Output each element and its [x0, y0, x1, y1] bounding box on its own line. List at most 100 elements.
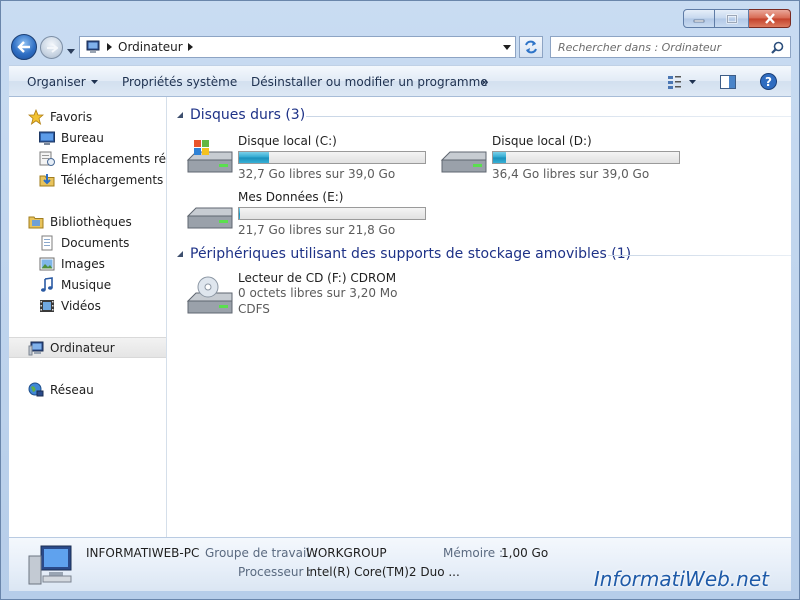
sidebar-item-videos[interactable]: Vidéos	[39, 295, 166, 316]
main-panes: Favoris Bureau Emplacements récents Télé…	[9, 97, 791, 537]
caption-buttons	[683, 9, 791, 28]
navigation-row: Ordinateur	[1, 33, 799, 61]
sidebar-label-computer: Ordinateur	[50, 340, 115, 355]
usage-bar	[492, 151, 680, 164]
computer-icon	[86, 40, 100, 53]
more-commands-label: »	[481, 75, 489, 89]
drive-name: Disque local (C:)	[238, 134, 337, 148]
star-icon	[28, 108, 44, 125]
maximize-button[interactable]	[715, 9, 749, 28]
sidebar-label-recent-places: Emplacements récents	[61, 151, 167, 166]
usage-bar	[238, 207, 426, 220]
explorer-window: Ordinateur Organiser Propr	[0, 0, 800, 600]
address-bar[interactable]: Ordinateur	[79, 36, 516, 58]
sidebar-item-pictures[interactable]: Images	[39, 253, 166, 274]
sidebar-label-music: Musique	[61, 277, 112, 292]
computer-large-icon	[28, 545, 72, 585]
minimize-icon	[693, 19, 705, 22]
drive-free-space: 21,7 Go libres sur 21,8 Go	[238, 223, 396, 237]
usage-bar-fill	[239, 208, 240, 219]
view-tiles-icon	[668, 75, 681, 89]
workgroup-label: Groupe de travail :	[205, 546, 318, 560]
preview-pane-icon[interactable]	[720, 74, 736, 89]
sidebar-label-documents: Documents	[61, 235, 130, 250]
search-input[interactable]	[558, 40, 763, 54]
search-icon[interactable]	[771, 41, 784, 54]
group-title-hard-drives: Disques durs (3)	[190, 107, 306, 123]
memory-value: 1,00 Go	[501, 546, 549, 560]
processor-label: Processeur :	[238, 565, 312, 579]
close-icon	[764, 13, 775, 24]
uninstall-program-button[interactable]: Désinstaller ou modifier un programme	[251, 75, 488, 89]
recent-pages-dropdown[interactable]	[67, 43, 75, 57]
navigation-pane: Favoris Bureau Emplacements récents Télé…	[9, 97, 167, 537]
processor-value: Intel(R) Core(TM)2 Duo ...	[306, 565, 460, 579]
maximize-icon	[726, 14, 737, 23]
group-divider	[306, 116, 791, 117]
watermark-logo: InformatiWeb.net	[593, 567, 769, 591]
refresh-button[interactable]	[519, 36, 543, 58]
minimize-button[interactable]	[683, 9, 715, 28]
downloads-icon	[39, 173, 55, 186]
group-title-removable: Périphériques utilisant des supports de …	[190, 246, 632, 262]
hard-drive-icon	[440, 151, 487, 173]
music-icon	[41, 276, 53, 292]
system-properties-button[interactable]: Propriétés système	[122, 75, 237, 89]
view-controls: ?	[667, 73, 777, 90]
search-box[interactable]	[550, 36, 791, 58]
sidebar-item-music[interactable]: Musique	[39, 274, 166, 295]
sidebar-item-favorites[interactable]: Favoris	[28, 106, 166, 127]
change-view-button[interactable]	[667, 75, 696, 89]
group-divider	[608, 255, 791, 256]
drive-item-d[interactable]: Disque local (D:) 36,4 Go libres sur 39,…	[440, 134, 680, 184]
documents-icon	[41, 235, 53, 250]
sidebar-item-recent-places[interactable]: Emplacements récents	[39, 148, 167, 169]
group-header-hard-drives[interactable]: Disques durs (3)	[176, 107, 305, 123]
workgroup-value: WORKGROUP	[306, 546, 387, 560]
system-properties-label: Propriétés système	[122, 75, 238, 89]
recent-places-icon	[39, 151, 55, 166]
sidebar-item-network[interactable]: Réseau	[28, 379, 166, 400]
drive-free-space: 32,7 Go libres sur 39,0 Go	[238, 167, 396, 181]
collapse-triangle-icon	[177, 112, 183, 118]
videos-icon	[40, 299, 54, 312]
sidebar-item-libraries[interactable]: Bibliothèques	[28, 211, 166, 232]
sidebar-item-documents[interactable]: Documents	[39, 232, 166, 253]
command-bar: Organiser Propriétés système Désinstalle…	[9, 65, 791, 97]
help-icon[interactable]: ?	[760, 73, 777, 90]
memory-label: Mémoire :	[443, 546, 504, 560]
forward-button[interactable]	[40, 36, 63, 59]
windows-drive-icon	[186, 140, 233, 173]
usage-bar-fill	[239, 152, 269, 163]
drive-free-space: 36,4 Go libres sur 39,0 Go	[492, 167, 650, 181]
sidebar-label-pictures: Images	[61, 256, 105, 271]
computer-icon	[28, 341, 44, 355]
drive-item-e[interactable]: Mes Données (E:) 21,7 Go libres sur 21,8…	[186, 190, 426, 240]
pictures-icon	[39, 257, 55, 270]
sidebar-item-computer[interactable]: Ordinateur	[9, 337, 166, 358]
close-button[interactable]	[749, 9, 791, 28]
sidebar-label-videos: Vidéos	[61, 298, 101, 313]
drive-name: Disque local (D:)	[492, 134, 592, 148]
drive-item-c[interactable]: Disque local (C:) 32,7 Go libres sur 39,…	[186, 134, 426, 184]
drive-item-cd[interactable]: Lecteur de CD (F:) CDROM 0 octets libres…	[186, 271, 426, 321]
uninstall-program-label: Désinstaller ou modifier un programme	[251, 75, 488, 89]
group-header-removable[interactable]: Périphériques utilisant des supports de …	[176, 246, 631, 262]
svg-text:?: ?	[765, 75, 772, 89]
drive-free-space: 0 octets libres sur 3,20 Mo	[238, 286, 398, 300]
organize-menu[interactable]: Organiser	[27, 75, 98, 89]
sidebar-item-downloads[interactable]: Téléchargements	[39, 169, 166, 190]
address-dropdown-icon[interactable]	[503, 45, 511, 50]
more-commands-button[interactable]: »	[481, 75, 489, 89]
organize-label: Organiser	[27, 75, 86, 89]
breadcrumb-arrow-icon[interactable]	[187, 43, 194, 51]
sidebar-item-desktop[interactable]: Bureau	[39, 127, 166, 148]
back-button[interactable]	[11, 34, 37, 60]
pc-name: INFORMATIWEB-PC	[86, 546, 200, 560]
breadcrumb-computer[interactable]: Ordinateur	[118, 40, 183, 54]
cd-drive-icon	[186, 276, 233, 314]
usage-bar	[238, 151, 426, 164]
arrow-left-icon	[17, 41, 30, 53]
sidebar-label-network: Réseau	[50, 382, 94, 397]
breadcrumb-arrow-icon[interactable]	[107, 43, 113, 51]
